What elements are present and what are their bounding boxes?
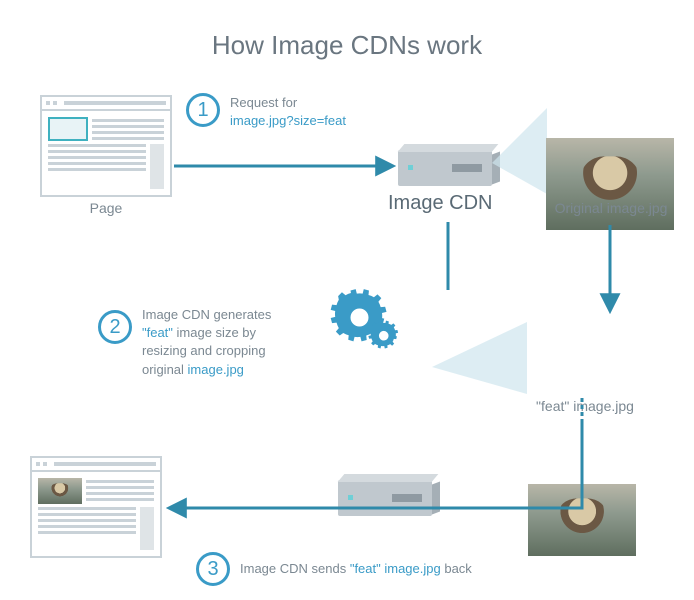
original-image <box>546 138 674 230</box>
step-2-line2-suffix: image size by <box>173 325 256 340</box>
step-2-line3: resizing and cropping <box>142 343 266 358</box>
step-1-prefix: Request for <box>230 95 297 110</box>
step-3-code: "feat" image.jpg <box>350 561 441 576</box>
original-label-prefix: Original <box>555 200 607 216</box>
projection-cone-2-icon <box>432 322 532 402</box>
gear-small-icon <box>368 320 400 352</box>
step-2-text: Image CDN generates "feat" image size by… <box>142 306 312 379</box>
step-3-badge: 3 <box>196 552 230 586</box>
step-2-line1: Image CDN generates <box>142 307 271 322</box>
original-label-code: image.jpg <box>607 200 668 216</box>
feat-label-code: "feat" image.jpg <box>536 398 634 414</box>
step-2-line4-prefix: original <box>142 362 188 377</box>
step-2-code2: image.jpg <box>188 362 244 377</box>
page-browser-2 <box>30 456 162 558</box>
step-1-badge: 1 <box>186 93 220 127</box>
cdn-label: Image CDN <box>388 192 492 215</box>
page-rendered-image-icon <box>38 478 82 504</box>
step-2-badge: 2 <box>98 310 132 344</box>
cdn-server-icon <box>398 150 492 186</box>
diagram-title: How Image CDNs work <box>0 30 694 61</box>
page-image-placeholder-icon <box>48 117 88 141</box>
step-1-text: Request for image.jpg?size=feat <box>230 94 430 130</box>
feat-image <box>528 484 636 556</box>
page-browser-1 <box>40 95 172 197</box>
step-1-code: image.jpg?size=feat <box>230 113 346 128</box>
page-label: Page <box>40 200 172 216</box>
cdn-server-2-icon <box>338 480 432 516</box>
step-3-prefix: Image CDN sends <box>240 561 350 576</box>
step-3-suffix: back <box>441 561 472 576</box>
step-3-text: Image CDN sends "feat" image.jpg back <box>240 560 560 578</box>
feat-image-label: "feat" image.jpg <box>520 398 650 414</box>
projection-cone-1-icon <box>492 108 552 198</box>
original-image-label: Original image.jpg <box>536 200 686 216</box>
step-2-code1: "feat" <box>142 325 173 340</box>
